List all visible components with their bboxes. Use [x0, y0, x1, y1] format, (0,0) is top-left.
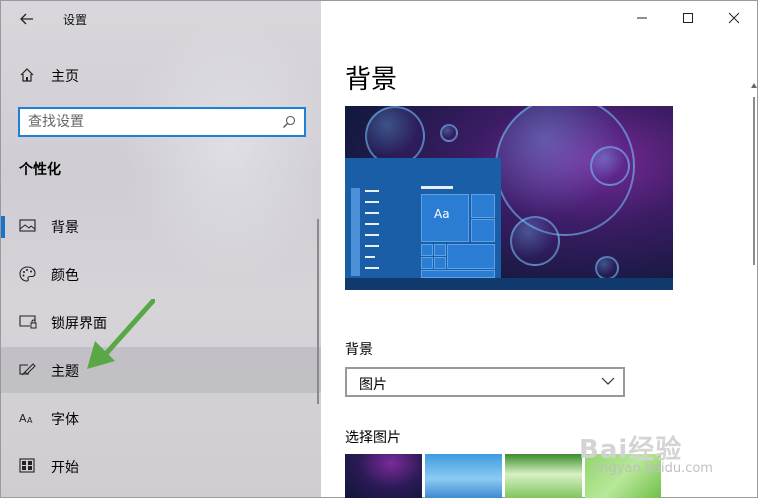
window-title: 设置 [63, 13, 88, 27]
preview-line [365, 245, 379, 247]
preview-line [365, 223, 379, 225]
sidebar-scrollbar[interactable] [317, 219, 319, 404]
svg-text:A: A [27, 416, 33, 425]
picture-thumbnail-1[interactable] [345, 454, 422, 498]
home-icon [20, 68, 34, 82]
svg-text:A: A [19, 412, 27, 425]
palette-icon [19, 266, 36, 282]
preview-tile-wide [447, 244, 495, 269]
preview-line [365, 212, 379, 214]
watermark-url: jingyan.baidu.com [593, 461, 713, 476]
preview-start-menu: Aa [345, 158, 501, 278]
preview-menu-bar [351, 188, 360, 276]
close-icon [728, 12, 740, 24]
back-button[interactable] [15, 7, 39, 31]
sidebar-item-themes[interactable]: 主题 [1, 347, 321, 393]
green-annotation-arrow-icon [87, 299, 155, 369]
background-dropdown-value: 图片 [359, 377, 387, 393]
preview-bubble [365, 106, 425, 166]
preview-bubble [440, 124, 458, 142]
search-box[interactable] [18, 107, 306, 137]
preview-tile [421, 244, 433, 256]
font-icon: A A [19, 412, 33, 425]
settings-content: 背景 Aa 背景 图片 选择图片 Bai经验 jingyan.baidu.com [321, 0, 758, 498]
image-icon [19, 219, 36, 232]
preview-tile-wide [421, 270, 495, 278]
preview-tile-text: Aa [434, 207, 450, 221]
watermark: Bai经验 jingyan.baidu.com [579, 429, 713, 476]
home-nav-item[interactable]: 主页 [1, 61, 321, 89]
preview-tile [421, 257, 433, 269]
preview-line [365, 190, 379, 192]
home-label: 主页 [51, 69, 79, 85]
sidebar-item-background[interactable]: 背景 [1, 203, 321, 249]
sidebar-item-start[interactable]: 开始 [1, 443, 321, 489]
sidebar-item-label: 开始 [51, 460, 79, 476]
background-dropdown[interactable]: 图片 [345, 367, 625, 397]
preview-line [365, 267, 379, 269]
search-input[interactable] [20, 109, 270, 135]
preview-tile [434, 244, 446, 256]
minimize-icon [637, 17, 647, 19]
preview-taskbar [345, 278, 673, 290]
minimize-button[interactable] [619, 5, 665, 31]
lock-screen-icon [19, 315, 37, 329]
sidebar-item-label: 字体 [51, 412, 79, 428]
preview-bubble [510, 216, 560, 266]
preview-line [365, 201, 379, 203]
back-arrow-icon [20, 13, 33, 25]
settings-sidebar: 设置 主页 个性化 背景 颜色 [0, 0, 321, 498]
content-scrollbar[interactable] [751, 1, 757, 498]
preview-tile [434, 257, 446, 269]
preview-bubble [590, 146, 630, 186]
preview-tile [471, 194, 495, 218]
background-label: 背景 [345, 342, 373, 358]
picture-thumbnail-3[interactable] [505, 454, 582, 498]
picture-thumbnail-2[interactable] [425, 454, 502, 498]
sidebar-item-label: 颜色 [51, 268, 79, 284]
sidebar-item-lock-screen[interactable]: 锁屏界面 [1, 299, 321, 345]
sidebar-item-label: 背景 [51, 220, 79, 236]
preview-line [365, 256, 375, 258]
page-title: 背景 [345, 65, 398, 95]
start-menu-icon [19, 458, 35, 473]
maximize-button[interactable] [665, 5, 711, 31]
preview-tile [471, 219, 495, 242]
preview-tile-large: Aa [421, 194, 469, 242]
maximize-icon [683, 13, 693, 23]
chevron-down-icon [601, 377, 615, 385]
scrollbar-thumb[interactable] [753, 97, 755, 265]
theme-brush-icon [19, 363, 36, 376]
preview-bubble [595, 256, 619, 280]
search-icon[interactable] [282, 115, 296, 129]
sidebar-item-colors[interactable]: 颜色 [1, 251, 321, 297]
choose-picture-label: 选择图片 [345, 430, 401, 446]
sidebar-item-fonts[interactable]: A A 字体 [1, 395, 321, 441]
background-preview: Aa [345, 106, 673, 290]
section-title: 个性化 [19, 162, 61, 178]
preview-line [365, 234, 379, 236]
preview-header-line [421, 186, 453, 189]
scroll-up-arrow-icon[interactable] [751, 83, 757, 88]
sidebar-item-label: 主题 [51, 364, 79, 380]
